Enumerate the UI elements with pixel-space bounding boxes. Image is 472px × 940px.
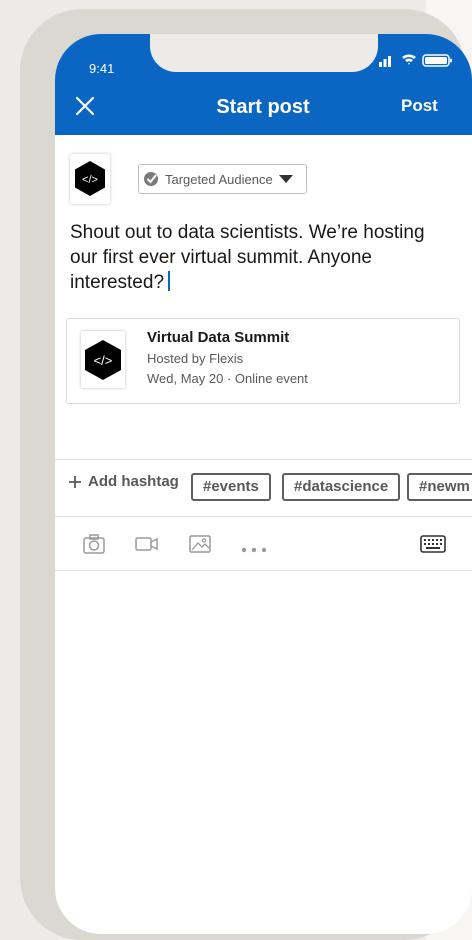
camera-button[interactable] bbox=[83, 534, 105, 559]
image-button[interactable] bbox=[189, 534, 211, 559]
video-button[interactable] bbox=[135, 534, 159, 559]
phone-frame: 9:41 Start post Post </> Targeted Audien… bbox=[20, 9, 472, 940]
avatar: </> bbox=[70, 154, 110, 204]
keyboard-button[interactable] bbox=[420, 535, 446, 558]
hashtag-chip[interactable]: #events bbox=[191, 473, 271, 501]
event-card[interactable]: </> Virtual Data Summit Hosted by Flexis… bbox=[66, 318, 460, 404]
status-icons bbox=[379, 53, 455, 67]
hashtag-chip[interactable]: #datascience bbox=[282, 473, 401, 501]
more-icon bbox=[241, 547, 267, 553]
divider bbox=[55, 516, 472, 517]
divider bbox=[55, 570, 472, 571]
keyboard-icon bbox=[420, 535, 446, 553]
image-icon bbox=[189, 535, 211, 553]
audience-label: Targeted Audience bbox=[165, 171, 273, 187]
event-logo: </> bbox=[81, 331, 125, 388]
close-icon bbox=[75, 96, 95, 116]
app-header: 9:41 Start post Post bbox=[55, 34, 472, 135]
signal-icon bbox=[379, 54, 452, 67]
chevron-down-icon bbox=[278, 175, 293, 183]
svg-text:</>: </> bbox=[82, 174, 98, 186]
add-hashtag-label: Add hashtag bbox=[88, 473, 179, 490]
app-screen: 9:41 Start post Post </> Targeted Audien… bbox=[55, 34, 472, 934]
code-logo-icon: </> bbox=[85, 340, 121, 380]
event-date: Wed, May 20 · Online event bbox=[147, 371, 308, 386]
close-button[interactable] bbox=[73, 94, 97, 118]
post-text: Shout out to data scientists. We’re host… bbox=[70, 222, 425, 293]
video-icon bbox=[135, 537, 158, 551]
add-hashtag-button[interactable]: Add hashtag bbox=[68, 473, 179, 490]
post-text-input[interactable]: Shout out to data scientists. We’re host… bbox=[70, 220, 450, 295]
post-button[interactable]: Post bbox=[401, 96, 438, 116]
page-title: Start post bbox=[216, 96, 310, 118]
plus-icon bbox=[69, 475, 81, 488]
status-time: 9:41 bbox=[89, 61, 115, 76]
audience-selector[interactable]: Targeted Audience bbox=[138, 164, 307, 194]
event-title: Virtual Data Summit bbox=[147, 329, 290, 346]
code-logo-icon: </> bbox=[75, 161, 105, 196]
hashtag-chip[interactable]: #newm bbox=[407, 473, 472, 501]
event-host: Hosted by Flexis bbox=[147, 351, 244, 366]
svg-text:</>: </> bbox=[94, 353, 113, 368]
hashtag-row: Add hashtag #events #datascience #newm bbox=[55, 460, 472, 516]
more-button[interactable] bbox=[241, 541, 267, 559]
phone-notch bbox=[150, 34, 378, 72]
camera-icon bbox=[83, 534, 105, 554]
audience-icon bbox=[144, 172, 158, 186]
text-cursor bbox=[168, 271, 171, 291]
